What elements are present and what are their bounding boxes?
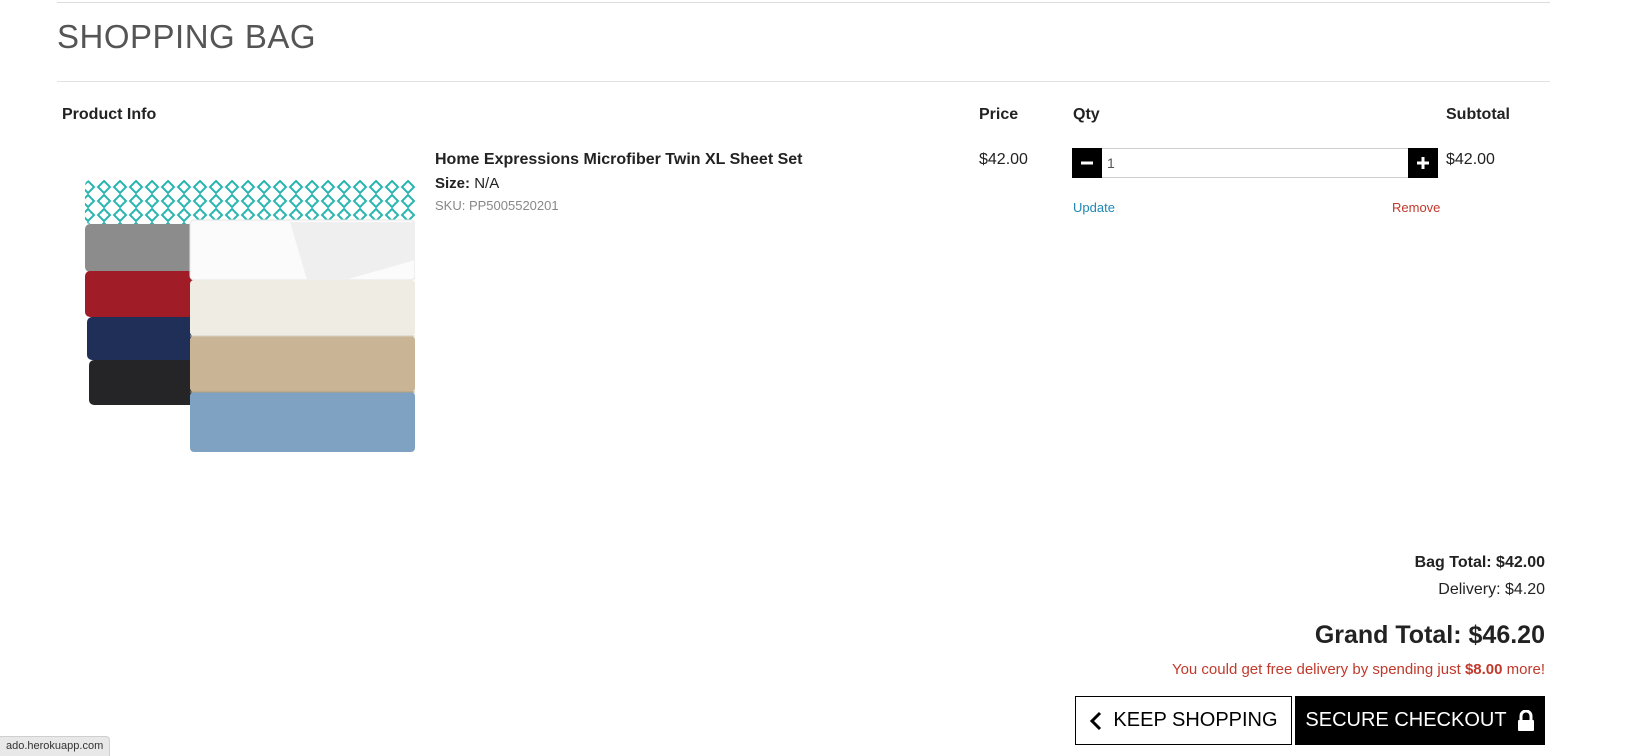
free-delivery-prefix: You could get free delivery by spending … [1171,661,1461,678]
header-price: Price [979,106,1019,123]
size-value: N/A [474,175,500,192]
chevron-left-icon [1090,711,1102,730]
product-image[interactable] [80,180,415,462]
secure-checkout-button[interactable]: SECURE CHECKOUT [1295,696,1545,745]
bag-total: Bag Total: $42.00 [1414,554,1545,571]
header-qty: Qty [1073,106,1100,123]
free-delivery-amount: $8.00 [1464,661,1503,678]
page-title: SHOPPING BAG [57,18,317,55]
item-price: $42.00 [979,151,1028,168]
qty-decrement-button[interactable] [1072,148,1102,178]
quantity-stepper [1072,148,1438,178]
free-delivery-message: You could get free delivery by spending … [1172,661,1545,678]
item-subtotal: $42.00 [1446,151,1495,168]
delivery-cost: Delivery: $4.20 [1438,581,1545,598]
header-product-info: Product Info [62,106,157,123]
title-divider [57,81,1550,82]
keep-shopping-label: KEEP SHOPPING [1113,709,1278,731]
grand-total: Grand Total: $46.20 [1314,621,1545,649]
product-sku: SKU: PP5005520201 [435,198,559,213]
qty-increment-button[interactable] [1408,148,1438,178]
quantity-input[interactable] [1107,152,1397,174]
product-name[interactable]: Home Expressions Microfiber Twin XL Shee… [435,151,803,169]
status-bar-url: ado.herokuapp.com [0,736,111,756]
keep-shopping-button[interactable]: KEEP SHOPPING [1075,696,1292,745]
minus-icon [1081,161,1093,165]
header-subtotal: Subtotal [1446,106,1510,123]
plus-icon [1417,157,1429,169]
secure-checkout-label: SECURE CHECKOUT [1305,709,1507,731]
size-label: Size: [435,175,471,192]
remove-link[interactable]: Remove [1392,200,1440,215]
top-divider [57,2,1550,3]
product-size: Size: N/A [435,175,499,192]
lock-icon [1517,709,1534,731]
free-delivery-suffix: more! [1506,661,1545,678]
update-link[interactable]: Update [1073,200,1115,215]
